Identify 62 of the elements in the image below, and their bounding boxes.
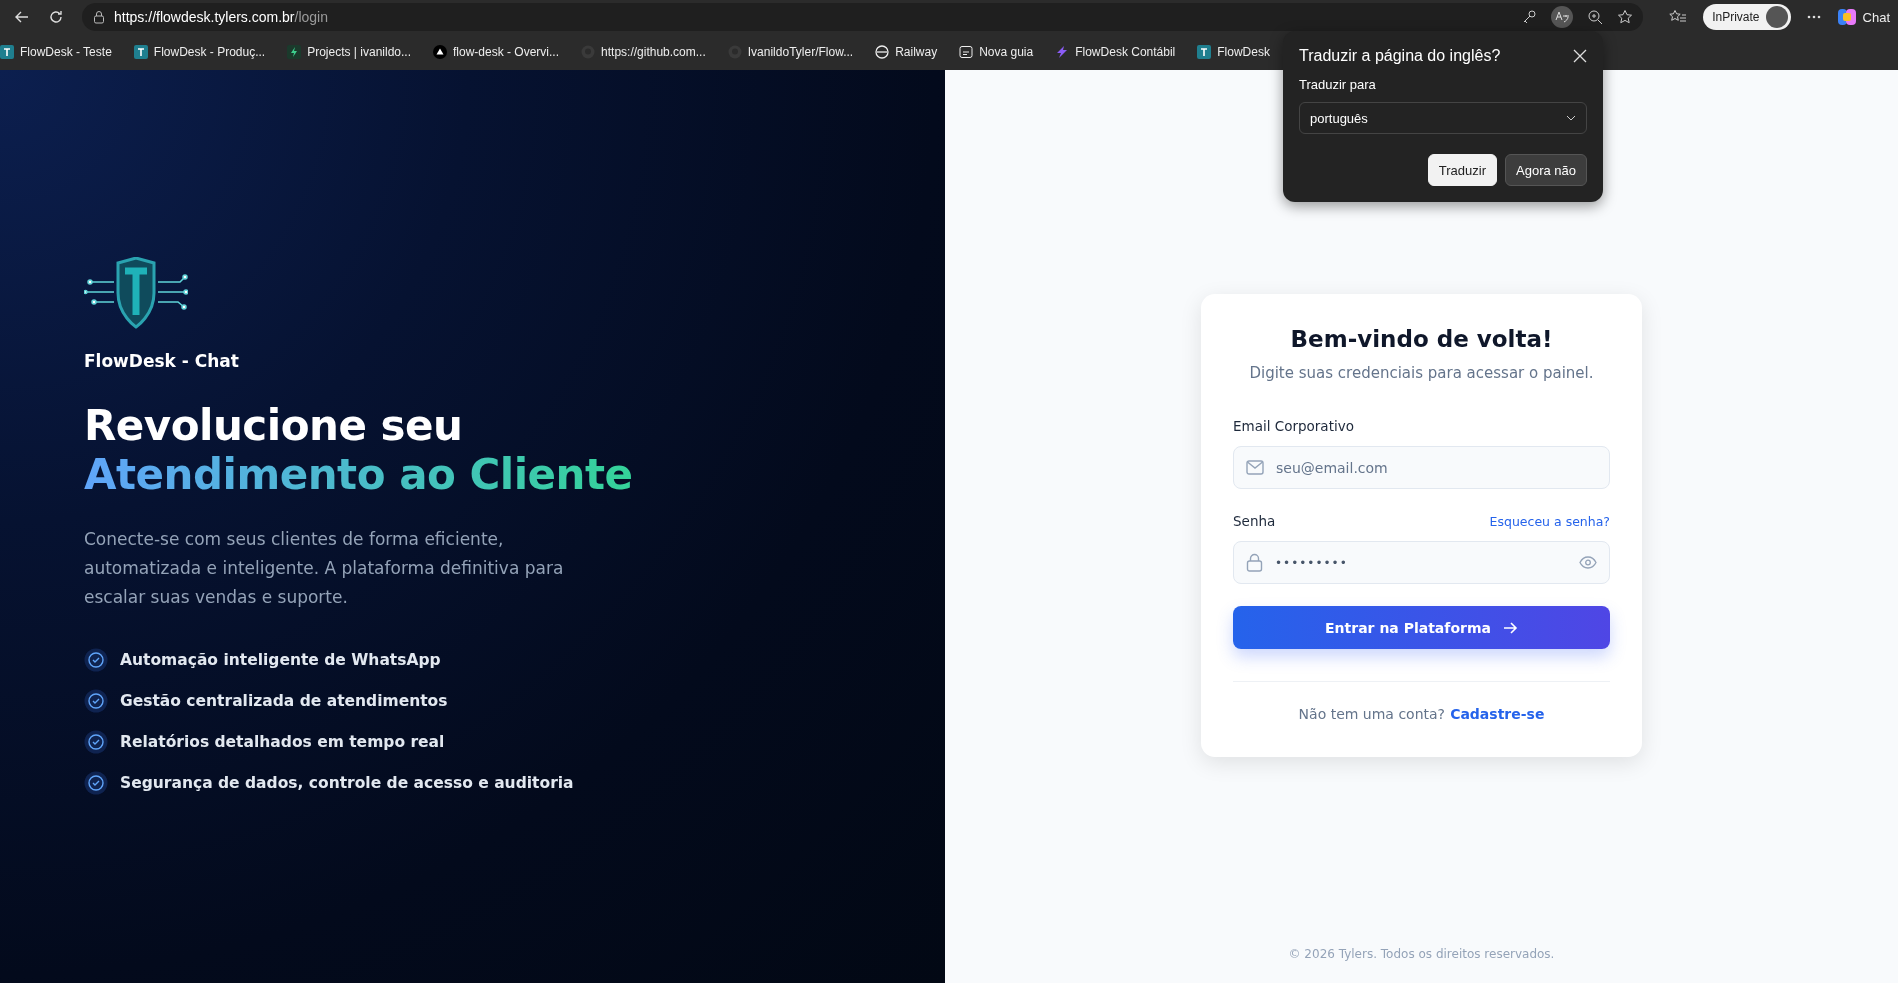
back-icon[interactable]	[14, 9, 30, 25]
bookmark[interactable]: Projects | ivanildo...	[287, 45, 411, 59]
language-dropdown[interactable]: português	[1299, 102, 1587, 134]
copilot-icon	[1836, 7, 1857, 27]
bookmark[interactable]: flow-desk - Overvi...	[433, 45, 560, 59]
brand-name: FlowDesk - Chat	[84, 351, 240, 371]
signup-link[interactable]: Cadastre-se	[1450, 706, 1545, 722]
login-button[interactable]: Entrar na Plataforma	[1233, 606, 1610, 649]
card-subtitle: Digite suas credenciais para acessar o painel.	[1248, 364, 1595, 382]
arrow-right-icon	[1502, 620, 1518, 635]
close-icon[interactable]	[1573, 49, 1587, 63]
mail-icon	[1246, 460, 1264, 475]
headline: Revolucione seu Atendimento ao Cliente	[84, 401, 634, 499]
check-circle-icon	[84, 648, 108, 672]
forgot-password-link[interactable]: Esqueceu a senha?	[1489, 513, 1610, 529]
bookmark[interactable]: Nova guia	[959, 45, 1034, 59]
bolt-icon	[1055, 45, 1070, 59]
feature-text: Relatórios detalhados em tempo real	[120, 733, 445, 751]
reload-icon[interactable]	[48, 9, 64, 25]
bookmark[interactable]: IvanildoTyler/Flow...	[727, 45, 854, 59]
address-bar[interactable]: https://flowdesk.tylers.com.br/login	[82, 3, 1644, 31]
field-label: Senha	[1233, 513, 1276, 529]
translate-button[interactable]: Traduzir	[1427, 154, 1497, 186]
copyright-text: © 2026 Tylers. Todos os direitos reservados.	[1288, 947, 1555, 961]
email-field[interactable]: seu@email.com	[1233, 446, 1610, 489]
field-label: Email Corporativo	[1233, 418, 1355, 434]
more-icon[interactable]	[1806, 15, 1821, 19]
bookmark[interactable]: FlowDesk Contábil	[1055, 45, 1176, 59]
lock-icon	[1246, 553, 1263, 572]
star-icon[interactable]	[1617, 9, 1634, 25]
bookmark[interactable]: FlowDesk	[1197, 45, 1270, 59]
check-circle-icon	[84, 730, 108, 754]
feature-text: Segurança de dados, controle de acesso e auditoria	[120, 774, 574, 792]
password-input[interactable]: •••••••••	[1273, 554, 1569, 571]
translate-icon[interactable]	[1551, 6, 1574, 28]
email-input[interactable]: seu@email.com	[1274, 458, 1597, 477]
tab-icon	[959, 45, 974, 59]
feature-text: Gestão centralizada de atendimentos	[120, 692, 448, 710]
feature-text: Automação inteligente de WhatsApp	[120, 651, 441, 669]
url-text: https://flowdesk.tylers.com.br/login	[114, 9, 328, 25]
dismiss-button[interactable]: Agora não	[1505, 154, 1587, 186]
check-circle-icon	[84, 689, 108, 713]
card-title: Bem-vindo de volta!	[1289, 326, 1554, 352]
bolt-icon	[287, 45, 302, 59]
inprivate-button[interactable]: InPrivate	[1703, 4, 1791, 30]
zoom-icon[interactable]	[1587, 9, 1604, 25]
key-icon[interactable]	[1521, 9, 1538, 25]
chat-button[interactable]: Chat	[1836, 7, 1890, 27]
bookmark[interactable]: FlowDesk - Teste	[0, 45, 112, 59]
bookmark[interactable]: https://github.com...	[581, 45, 706, 59]
lock-icon[interactable]	[92, 10, 106, 24]
field-label: Traduzir para	[1299, 77, 1377, 92]
password-field[interactable]: •••••••••	[1233, 541, 1610, 584]
check-circle-icon	[84, 771, 108, 795]
bookmark[interactable]: Railway	[875, 45, 938, 59]
signup-prompt: Não tem uma conta?	[1298, 706, 1446, 722]
chevron-down-icon	[1566, 115, 1576, 121]
popup-title: Traduzir a página do inglês?	[1299, 47, 1501, 65]
bookmark[interactable]: FlowDesk - Produç...	[133, 45, 266, 59]
avatar-icon	[1765, 6, 1788, 28]
description: Conecte-se com seus clientes de forma eficiente, automatizada e inteligente. A plataforma definitiva para escalar suas vendas e suporte.	[84, 528, 564, 609]
favorites-icon[interactable]	[1669, 9, 1688, 25]
